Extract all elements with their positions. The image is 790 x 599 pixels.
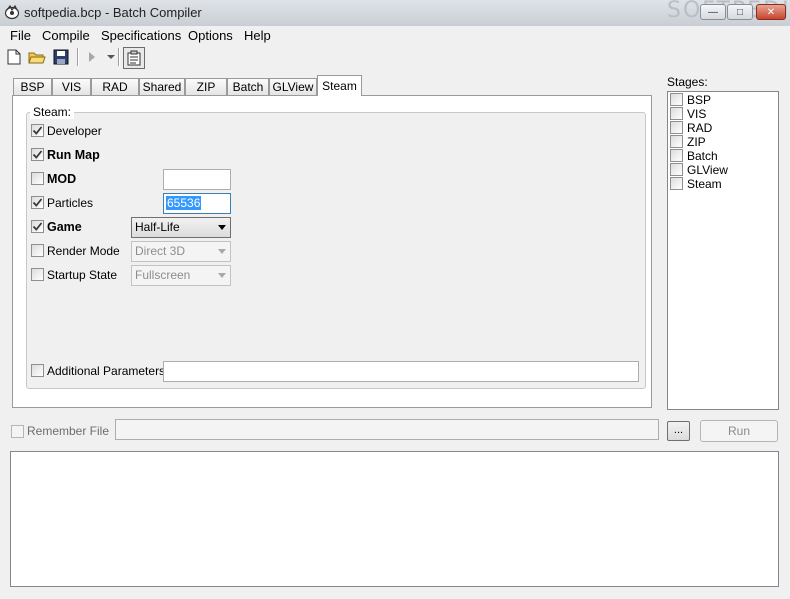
menu-bar: File Compile Specifications Options Help bbox=[0, 26, 790, 45]
open-folder-icon[interactable] bbox=[27, 47, 47, 67]
mod-input[interactable] bbox=[163, 169, 231, 190]
browse-button[interactable]: ... bbox=[667, 421, 690, 441]
menu-file[interactable]: File bbox=[8, 26, 33, 45]
startup-state-select[interactable]: Fullscreen bbox=[131, 265, 231, 286]
render-mode-checkbox[interactable] bbox=[31, 244, 44, 257]
stage-steam-checkbox[interactable] bbox=[670, 177, 683, 190]
mod-checkbox[interactable] bbox=[31, 172, 44, 185]
stage-bsp-checkbox[interactable] bbox=[670, 93, 683, 106]
startup-state-checkbox[interactable] bbox=[31, 268, 44, 281]
tab-vis[interactable]: VIS bbox=[52, 78, 91, 95]
maximize-button[interactable]: □ bbox=[727, 4, 753, 20]
menu-options[interactable]: Options bbox=[186, 26, 235, 45]
close-button[interactable]: ✕ bbox=[756, 4, 786, 20]
developer-label: Developer bbox=[47, 124, 102, 138]
stage-steam-label: Steam bbox=[687, 177, 722, 191]
remember-file-checkbox[interactable] bbox=[11, 425, 24, 438]
checkmark-icon bbox=[32, 150, 43, 159]
stage-vis-label: VIS bbox=[687, 107, 707, 121]
startup-state-select-value: Fullscreen bbox=[135, 268, 191, 282]
game-label: Game bbox=[47, 220, 82, 234]
additional-parameters-input[interactable] bbox=[163, 361, 639, 382]
app-icon bbox=[4, 4, 20, 20]
chevron-down-icon bbox=[218, 249, 226, 254]
remember-file-label: Remember File bbox=[27, 424, 110, 438]
remember-file-input[interactable] bbox=[115, 419, 659, 440]
title-bar: softpedia.bcp - Batch Compiler SOFTPEDIA… bbox=[0, 0, 790, 27]
particles-label: Particles bbox=[47, 196, 94, 210]
chevron-down-icon bbox=[218, 273, 226, 278]
stage-vis-checkbox[interactable] bbox=[670, 107, 683, 120]
tab-shared[interactable]: Shared bbox=[139, 78, 185, 95]
properties-icon[interactable] bbox=[123, 47, 145, 69]
game-select[interactable]: Half-Life bbox=[131, 217, 231, 238]
stage-glview-checkbox[interactable] bbox=[670, 163, 683, 176]
toolbar-separator bbox=[118, 48, 120, 66]
tab-rad[interactable]: RAD bbox=[91, 78, 139, 95]
stage-zip-label: ZIP bbox=[687, 135, 706, 149]
checkmark-icon bbox=[32, 126, 43, 135]
tab-steam[interactable]: Steam bbox=[317, 75, 362, 96]
stage-rad-label: RAD bbox=[687, 121, 713, 135]
minimize-button[interactable]: — bbox=[700, 4, 726, 20]
render-mode-select-value: Direct 3D bbox=[135, 244, 186, 258]
checkmark-icon bbox=[32, 198, 43, 207]
toolbar-separator bbox=[77, 48, 79, 66]
game-select-value: Half-Life bbox=[135, 220, 180, 234]
particles-checkbox[interactable] bbox=[31, 196, 44, 209]
stage-bsp-label: BSP bbox=[687, 93, 712, 107]
render-mode-label: Render Mode bbox=[47, 244, 120, 258]
run-map-checkbox[interactable] bbox=[31, 148, 44, 161]
mod-label: MOD bbox=[47, 172, 77, 186]
stage-batch-checkbox[interactable] bbox=[670, 149, 683, 162]
output-log[interactable] bbox=[10, 451, 779, 587]
menu-compile[interactable]: Compile bbox=[40, 26, 92, 45]
developer-checkbox[interactable] bbox=[31, 124, 44, 137]
run-map-label: Run Map bbox=[47, 148, 100, 162]
menu-help[interactable]: Help bbox=[242, 26, 273, 45]
startup-state-label: Startup State bbox=[47, 268, 118, 282]
stages-list bbox=[667, 91, 779, 410]
game-checkbox[interactable] bbox=[31, 220, 44, 233]
stages-label: Stages: bbox=[667, 75, 708, 89]
play-icon[interactable] bbox=[82, 47, 102, 67]
additional-parameters-checkbox[interactable] bbox=[31, 364, 44, 377]
stage-rad-checkbox[interactable] bbox=[670, 121, 683, 134]
stage-glview-label: GLView bbox=[687, 163, 728, 177]
particles-value: 65536 bbox=[166, 196, 202, 210]
save-icon[interactable] bbox=[51, 47, 71, 67]
tab-batch[interactable]: Batch bbox=[227, 78, 269, 95]
steam-group-label: Steam: bbox=[30, 105, 75, 119]
new-file-icon[interactable] bbox=[4, 47, 24, 67]
run-button[interactable]: Run bbox=[700, 420, 778, 442]
stage-batch-label: Batch bbox=[687, 149, 718, 163]
chevron-down-icon bbox=[218, 225, 226, 230]
menu-specifications[interactable]: Specifications bbox=[99, 26, 183, 45]
particles-input[interactable]: 65536 bbox=[163, 193, 231, 214]
stage-zip-checkbox[interactable] bbox=[670, 135, 683, 148]
window-title: softpedia.bcp - Batch Compiler bbox=[24, 5, 202, 20]
tab-bsp[interactable]: BSP bbox=[13, 78, 52, 95]
additional-parameters-label: Additional Parameters bbox=[47, 364, 166, 378]
tab-zip[interactable]: ZIP bbox=[185, 78, 227, 95]
tab-glview[interactable]: GLView bbox=[269, 78, 317, 95]
render-mode-select[interactable]: Direct 3D bbox=[131, 241, 231, 262]
checkmark-icon bbox=[32, 222, 43, 231]
toolbar bbox=[0, 45, 790, 69]
